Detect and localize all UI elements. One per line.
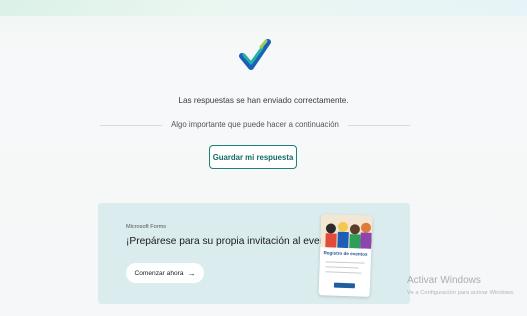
card-text-line: [325, 266, 359, 269]
submission-success-text: Las respuestas se han enviado correctame…: [178, 96, 349, 105]
promo-headline: ¡Prepárese para su propia invitación al …: [126, 236, 337, 247]
promo-brand: Microsoft Forms: [126, 224, 167, 230]
divider-line-right: [348, 125, 410, 126]
card-text-line: [325, 261, 365, 264]
start-now-button[interactable]: Comenzar ahora →: [126, 263, 204, 283]
activate-windows-subtitle: Ve a Configuración para activar Windows.: [407, 290, 515, 296]
card-title: Registro de eventos: [323, 250, 368, 257]
next-steps-divider: Algo importante que puede hacer a contin…: [100, 120, 410, 130]
card-button: [333, 282, 356, 289]
checkmark-icon: [239, 36, 271, 76]
arrow-right-icon: →: [187, 268, 196, 278]
card-illustration: [320, 214, 373, 249]
promo-banner: Microsoft Forms ¡Prepárese para su propi…: [98, 203, 410, 304]
event-registration-card-image: Registro de eventos: [318, 214, 373, 297]
save-response-button[interactable]: Guardar mi respuesta: [209, 145, 297, 169]
top-gradient-band: [0, 0, 527, 16]
activate-windows-title: Activar Windows: [407, 275, 481, 286]
start-now-label: Comenzar ahora: [134, 269, 184, 277]
card-text-line: [325, 271, 362, 274]
